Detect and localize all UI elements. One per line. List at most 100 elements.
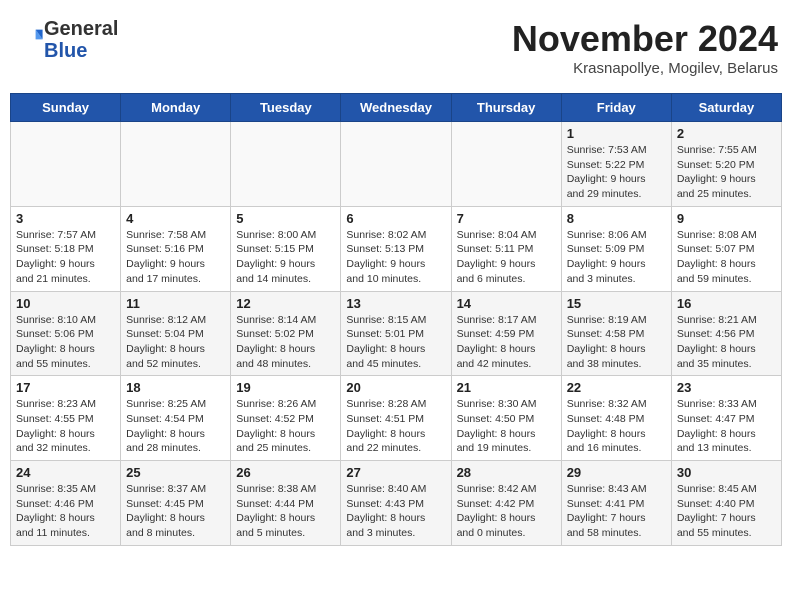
day-number: 18	[126, 380, 225, 395]
day-number: 13	[346, 296, 445, 311]
week-row-3: 10Sunrise: 8:10 AM Sunset: 5:06 PM Dayli…	[11, 291, 782, 376]
day-number: 27	[346, 465, 445, 480]
calendar-cell: 24Sunrise: 8:35 AM Sunset: 4:46 PM Dayli…	[11, 461, 121, 546]
calendar-cell: 27 Sunrise: 8:40 AM Sunset: 4:43 PM Dayli…	[341, 461, 451, 546]
calendar-cell	[451, 122, 561, 207]
day-info: Sunrise: 8:28 AM Sunset: 4:51 PM Dayligh…	[346, 397, 445, 456]
day-number: 20	[346, 380, 445, 395]
week-row-2: 3 Sunrise: 7:57 AM Sunset: 5:18 PM Daylig…	[11, 206, 782, 291]
day-info: Sunrise: 8:40 AM Sunset: 4:43 PM Dayligh…	[346, 482, 445, 541]
week-row-5: 24Sunrise: 8:35 AM Sunset: 4:46 PM Dayli…	[11, 461, 782, 546]
day-number: 21	[457, 380, 556, 395]
logo-general-text: General	[44, 18, 118, 40]
day-info: Sunrise: 8:43 AM Sunset: 4:41 PM Dayligh…	[567, 482, 666, 541]
day-number: 26	[236, 465, 335, 480]
day-number: 29	[567, 465, 666, 480]
calendar-cell: 14 Sunrise: 8:17 AM Sunset: 4:59 PM Dayli…	[451, 291, 561, 376]
day-number: 28	[457, 465, 556, 480]
weekday-header-wednesday: Wednesday	[341, 94, 451, 122]
day-info: Sunrise: 8:00 AM Sunset: 5:15 PM Dayligh…	[236, 228, 335, 287]
day-number: 9	[677, 211, 776, 226]
day-number: 7	[457, 211, 556, 226]
weekday-header-sunday: Sunday	[11, 94, 121, 122]
day-number: 23	[677, 380, 776, 395]
calendar-cell	[121, 122, 231, 207]
day-info: Sunrise: 8:37 AM Sunset: 4:45 PM Dayligh…	[126, 482, 225, 541]
day-number: 11	[126, 296, 225, 311]
calendar-cell: 4Sunrise: 7:58 AM Sunset: 5:16 PM Daylig…	[121, 206, 231, 291]
calendar-cell: 1 Sunrise: 7:53 AM Sunset: 5:22 PM Daylig…	[561, 122, 671, 207]
location-subtitle: Krasnapollye, Mogilev, Belarus	[512, 60, 778, 77]
day-info: Sunrise: 8:42 AM Sunset: 4:42 PM Dayligh…	[457, 482, 556, 541]
day-number: 6	[346, 211, 445, 226]
day-info: Sunrise: 7:53 AM Sunset: 5:22 PM Dayligh…	[567, 143, 666, 202]
weekday-header-monday: Monday	[121, 94, 231, 122]
day-number: 22	[567, 380, 666, 395]
calendar-cell: 3 Sunrise: 7:57 AM Sunset: 5:18 PM Daylig…	[11, 206, 121, 291]
day-info: Sunrise: 8:45 AM Sunset: 4:40 PM Dayligh…	[677, 482, 776, 541]
calendar-cell: 30 Sunrise: 8:45 AM Sunset: 4:40 PM Dayli…	[671, 461, 781, 546]
day-number: 2	[677, 126, 776, 141]
day-number: 14	[457, 296, 556, 311]
day-info: Sunrise: 8:12 AM Sunset: 5:04 PM Dayligh…	[126, 313, 225, 372]
day-info: Sunrise: 8:21 AM Sunset: 4:56 PM Dayligh…	[677, 313, 776, 372]
header: General Blue November 2024 Krasnapollye,…	[10, 10, 782, 85]
calendar-cell: 7 Sunrise: 8:04 AM Sunset: 5:11 PM Daylig…	[451, 206, 561, 291]
day-info: Sunrise: 8:17 AM Sunset: 4:59 PM Dayligh…	[457, 313, 556, 372]
day-info: Sunrise: 7:57 AM Sunset: 5:18 PM Dayligh…	[16, 228, 115, 287]
calendar-cell: 22 Sunrise: 8:32 AM Sunset: 4:48 PM Dayli…	[561, 376, 671, 461]
calendar-cell: 12 Sunrise: 8:14 AM Sunset: 5:02 PM Dayli…	[231, 291, 341, 376]
logo: General Blue	[14, 18, 118, 62]
day-number: 17	[16, 380, 115, 395]
calendar-cell: 18 Sunrise: 8:25 AM Sunset: 4:54 PM Dayli…	[121, 376, 231, 461]
day-info: Sunrise: 8:38 AM Sunset: 4:44 PM Dayligh…	[236, 482, 335, 541]
day-info: Sunrise: 8:32 AM Sunset: 4:48 PM Dayligh…	[567, 397, 666, 456]
calendar-cell: 17Sunrise: 8:23 AM Sunset: 4:55 PM Dayli…	[11, 376, 121, 461]
day-info: Sunrise: 8:02 AM Sunset: 5:13 PM Dayligh…	[346, 228, 445, 287]
calendar-cell: 29 Sunrise: 8:43 AM Sunset: 4:41 PM Dayli…	[561, 461, 671, 546]
day-number: 30	[677, 465, 776, 480]
weekday-header-friday: Friday	[561, 94, 671, 122]
calendar-cell: 23 Sunrise: 8:33 AM Sunset: 4:47 PM Dayli…	[671, 376, 781, 461]
calendar-cell: 8Sunrise: 8:06 AM Sunset: 5:09 PM Daylig…	[561, 206, 671, 291]
week-row-4: 17Sunrise: 8:23 AM Sunset: 4:55 PM Dayli…	[11, 376, 782, 461]
calendar-table: SundayMondayTuesdayWednesdayThursdayFrid…	[10, 93, 782, 546]
day-number: 3	[16, 211, 115, 226]
day-number: 16	[677, 296, 776, 311]
logo-blue-text: Blue	[44, 40, 118, 62]
day-info: Sunrise: 8:33 AM Sunset: 4:47 PM Dayligh…	[677, 397, 776, 456]
day-info: Sunrise: 8:15 AM Sunset: 5:01 PM Dayligh…	[346, 313, 445, 372]
day-info: Sunrise: 8:14 AM Sunset: 5:02 PM Dayligh…	[236, 313, 335, 372]
calendar-cell: 26 Sunrise: 8:38 AM Sunset: 4:44 PM Dayli…	[231, 461, 341, 546]
day-info: Sunrise: 8:35 AM Sunset: 4:46 PM Dayligh…	[16, 482, 115, 541]
calendar-cell: 16 Sunrise: 8:21 AM Sunset: 4:56 PM Dayli…	[671, 291, 781, 376]
day-info: Sunrise: 8:25 AM Sunset: 4:54 PM Dayligh…	[126, 397, 225, 456]
calendar-cell: 28 Sunrise: 8:42 AM Sunset: 4:42 PM Dayli…	[451, 461, 561, 546]
calendar-cell: 13 Sunrise: 8:15 AM Sunset: 5:01 PM Dayli…	[341, 291, 451, 376]
calendar-cell: 9 Sunrise: 8:08 AM Sunset: 5:07 PM Daylig…	[671, 206, 781, 291]
calendar-cell: 6 Sunrise: 8:02 AM Sunset: 5:13 PM Daylig…	[341, 206, 451, 291]
calendar-cell: 5Sunrise: 8:00 AM Sunset: 5:15 PM Daylig…	[231, 206, 341, 291]
day-number: 15	[567, 296, 666, 311]
day-info: Sunrise: 7:55 AM Sunset: 5:20 PM Dayligh…	[677, 143, 776, 202]
day-info: Sunrise: 8:06 AM Sunset: 5:09 PM Dayligh…	[567, 228, 666, 287]
weekday-header-row: SundayMondayTuesdayWednesdayThursdayFrid…	[11, 94, 782, 122]
logo-icon	[16, 24, 44, 52]
calendar-cell: 10Sunrise: 8:10 AM Sunset: 5:06 PM Dayli…	[11, 291, 121, 376]
title-area: November 2024 Krasnapollye, Mogilev, Bel…	[512, 18, 778, 77]
calendar-cell	[341, 122, 451, 207]
day-number: 25	[126, 465, 225, 480]
weekday-header-thursday: Thursday	[451, 94, 561, 122]
calendar-cell: 11 Sunrise: 8:12 AM Sunset: 5:04 PM Dayli…	[121, 291, 231, 376]
calendar-cell: 20 Sunrise: 8:28 AM Sunset: 4:51 PM Dayli…	[341, 376, 451, 461]
calendar-cell: 19Sunrise: 8:26 AM Sunset: 4:52 PM Dayli…	[231, 376, 341, 461]
day-number: 10	[16, 296, 115, 311]
calendar-cell: 15Sunrise: 8:19 AM Sunset: 4:58 PM Dayli…	[561, 291, 671, 376]
day-number: 1	[567, 126, 666, 141]
day-info: Sunrise: 8:08 AM Sunset: 5:07 PM Dayligh…	[677, 228, 776, 287]
day-number: 4	[126, 211, 225, 226]
day-info: Sunrise: 8:04 AM Sunset: 5:11 PM Dayligh…	[457, 228, 556, 287]
week-row-1: 1 Sunrise: 7:53 AM Sunset: 5:22 PM Daylig…	[11, 122, 782, 207]
calendar-cell	[11, 122, 121, 207]
day-number: 12	[236, 296, 335, 311]
